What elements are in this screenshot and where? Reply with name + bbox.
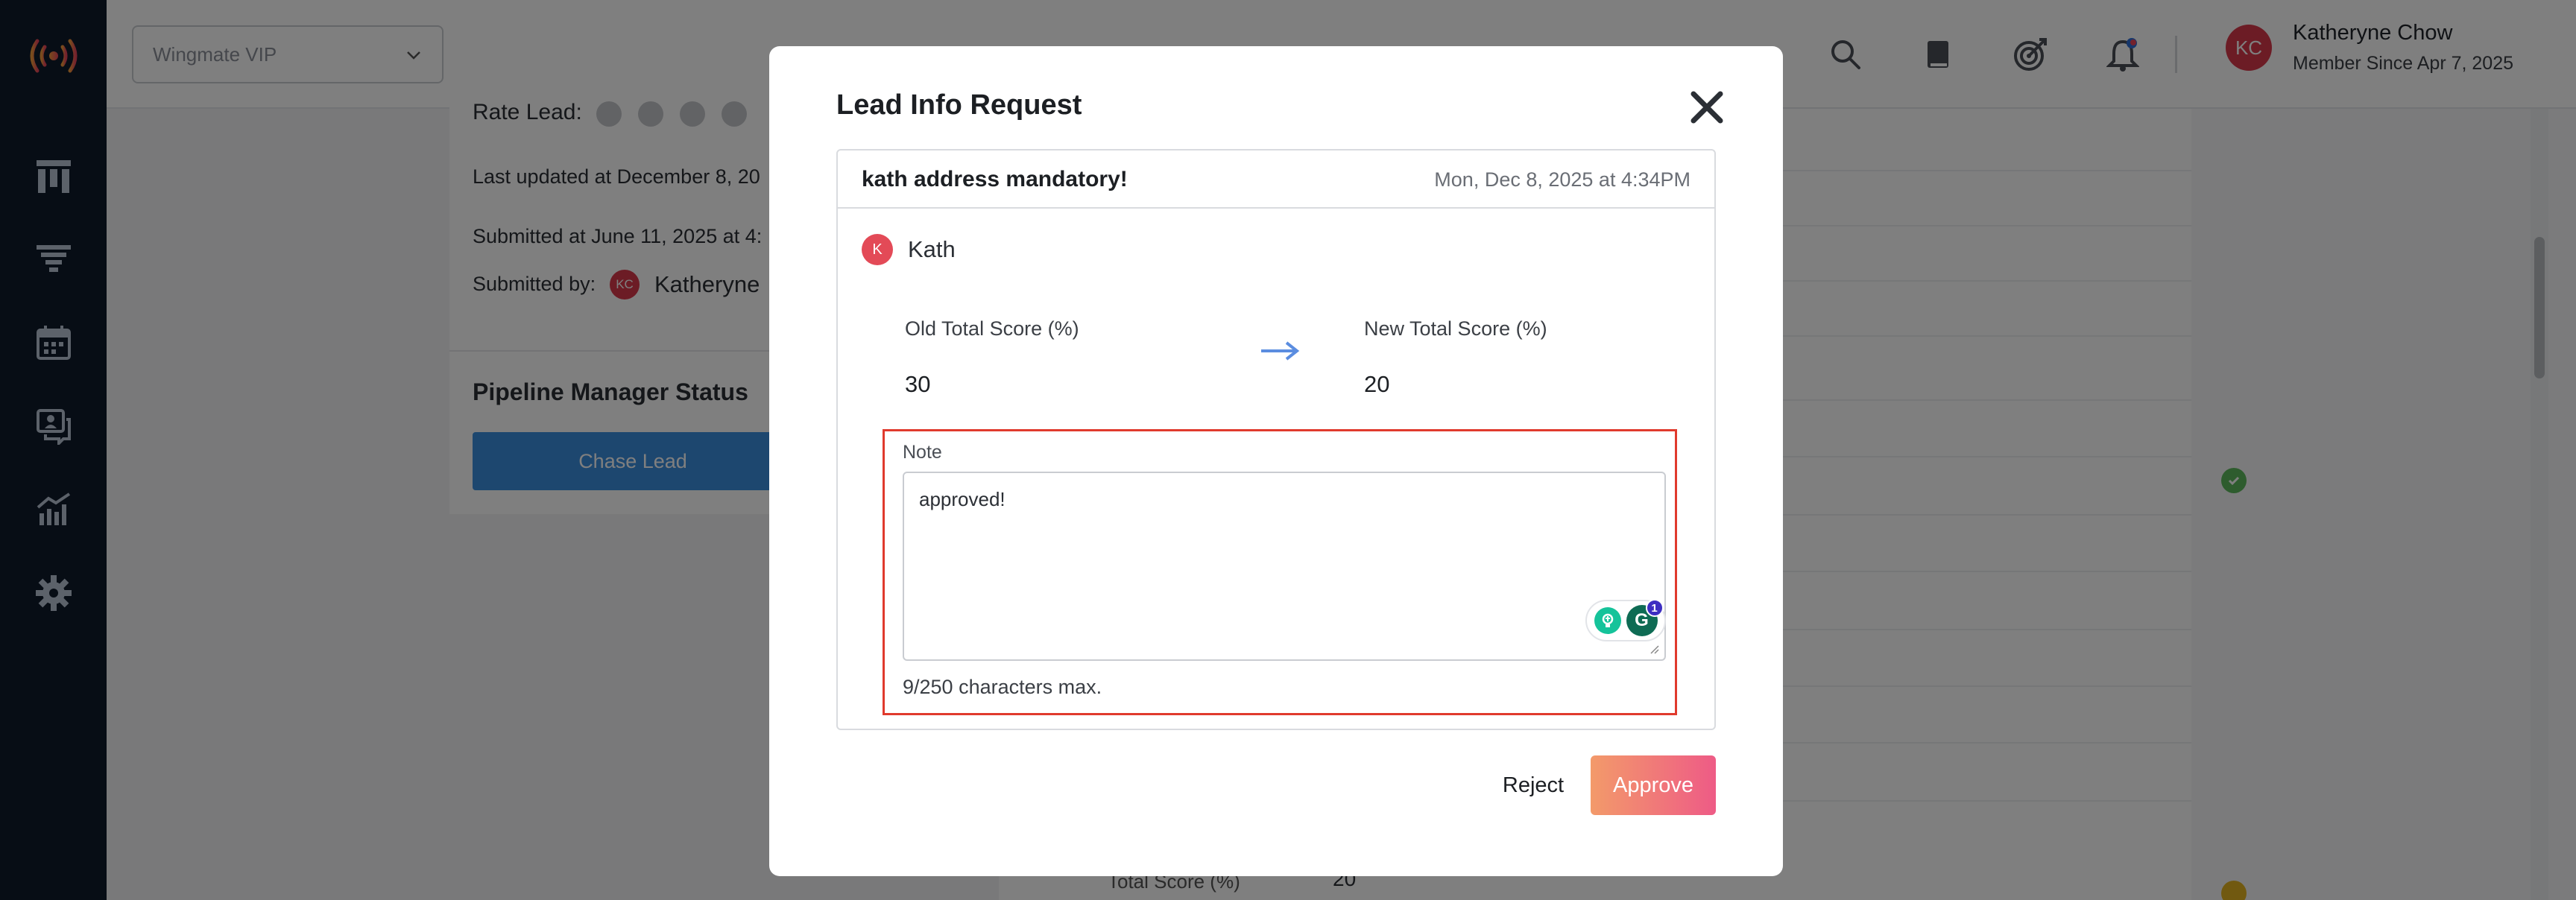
request-subject: kath address mandatory! xyxy=(862,167,1128,191)
lightbulb-icon[interactable] xyxy=(1594,607,1621,634)
avatar: K xyxy=(862,234,893,265)
character-count: 9/250 characters max. xyxy=(903,676,1102,698)
reject-button[interactable]: Reject xyxy=(1477,755,1589,815)
note-textarea[interactable]: approved! xyxy=(903,472,1666,661)
request-date: Mon, Dec 8, 2025 at 4:34PM xyxy=(1434,168,1690,191)
new-score-label: New Total Score (%) xyxy=(1364,317,1547,340)
close-button[interactable] xyxy=(1685,85,1729,130)
approve-button[interactable]: Approve xyxy=(1591,755,1716,815)
new-score-value: 20 xyxy=(1364,371,1390,397)
arrow-right-icon xyxy=(1260,340,1300,366)
close-icon xyxy=(1690,91,1723,124)
dialog-title: Lead Info Request xyxy=(836,89,1082,121)
grammarly-widget[interactable]: G 1 xyxy=(1585,599,1666,641)
request-panel: kath address mandatory! Mon, Dec 8, 2025… xyxy=(836,149,1716,730)
note-section: Note approved! G 1 9/250 characters max. xyxy=(883,429,1677,715)
requester: K Kath xyxy=(862,234,956,265)
grammarly-count-badge: 1 xyxy=(1645,599,1664,617)
request-header: kath address mandatory! Mon, Dec 8, 2025… xyxy=(838,150,1714,209)
lead-info-request-dialog: Lead Info Request kath address mandatory… xyxy=(769,46,1783,876)
old-score-value: 30 xyxy=(905,371,931,397)
requester-name: Kath xyxy=(908,236,956,262)
reject-label: Reject xyxy=(1502,773,1565,797)
resize-handle-icon[interactable] xyxy=(1650,644,1660,655)
approve-label: Approve xyxy=(1612,773,1693,797)
old-score-label: Old Total Score (%) xyxy=(905,317,1079,340)
note-label: Note xyxy=(903,442,942,463)
grammarly-icon[interactable]: G 1 xyxy=(1626,599,1664,636)
